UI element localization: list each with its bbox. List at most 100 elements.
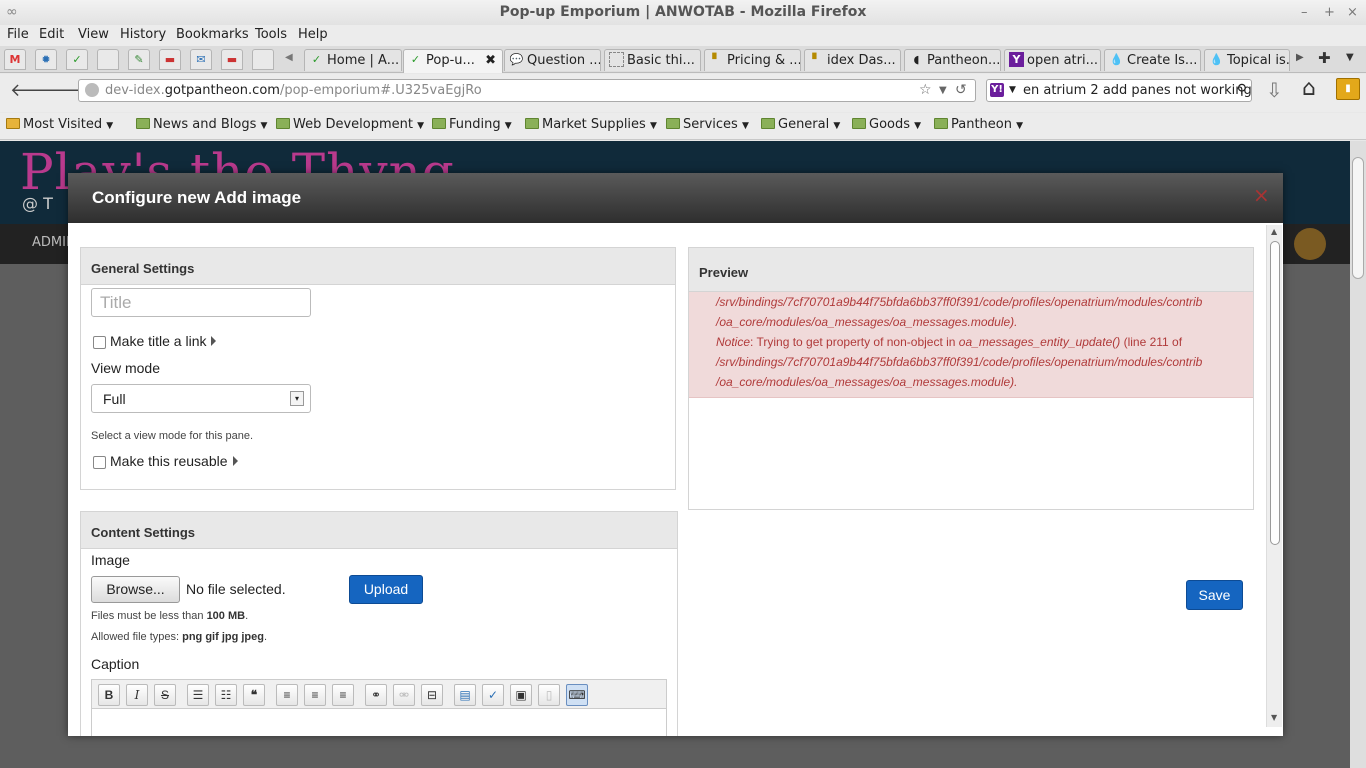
pinned-tab-calendar[interactable]: ▬: [159, 49, 181, 70]
tab-open-atrium[interactable]: Yopen atri...: [1004, 49, 1101, 71]
menu-tools[interactable]: Tools: [255, 27, 287, 42]
home-icon[interactable]: ⌂: [1302, 76, 1316, 101]
search-input[interactable]: en atrium 2 add panes not working: [1023, 83, 1251, 98]
bookmark-news-and-blogs[interactable]: News and Blogs ▼: [136, 117, 267, 132]
new-tab-icon[interactable]: ✚: [1318, 49, 1331, 67]
upload-button[interactable]: Upload: [349, 575, 423, 604]
page-scrollbar[interactable]: [1350, 141, 1366, 768]
file-size-help: Files must be less than 100 MB.: [91, 610, 249, 622]
make-reusable-checkbox[interactable]: [93, 456, 106, 469]
menu-history[interactable]: History: [120, 27, 166, 42]
blockquote-icon[interactable]: ❝: [243, 684, 265, 706]
minimize-icon[interactable]: –: [1301, 0, 1308, 25]
menu-bar: File Edit View History Bookmarks Tools H…: [0, 25, 1366, 46]
pinned-tab-chat[interactable]: ✉: [190, 49, 212, 70]
strikethrough-icon[interactable]: S: [154, 684, 176, 706]
italic-icon[interactable]: I: [126, 684, 148, 706]
tab-topical-issue[interactable]: 💧Topical is...: [1204, 49, 1290, 71]
select-arrow-icon[interactable]: ▾: [290, 391, 304, 406]
window-menu-icon[interactable]: ∞: [6, 0, 18, 25]
scroll-down-icon[interactable]: ▼: [1271, 713, 1277, 722]
pinned-tab-settings[interactable]: ✹: [35, 49, 57, 70]
image-icon[interactable]: ▣: [510, 684, 532, 706]
bookmark-market-supplies[interactable]: Market Supplies ▼: [525, 117, 657, 132]
search-icon[interactable]: ⚲: [1237, 80, 1247, 101]
url-dropdown-icon[interactable]: ▼: [939, 80, 947, 101]
expand-arrow-icon[interactable]: [232, 456, 238, 466]
menu-help[interactable]: Help: [298, 27, 328, 42]
list-all-tabs-icon[interactable]: ▼: [1346, 52, 1354, 63]
maximize-icon[interactable]: +: [1324, 0, 1335, 25]
tab-scroll-right-icon[interactable]: ▶: [1296, 52, 1304, 63]
tab-idex-dashboard[interactable]: ▘ idex Das...: [804, 49, 901, 71]
expand-arrow-icon[interactable]: [211, 336, 217, 346]
link-icon[interactable]: ⚭: [365, 684, 387, 706]
pinned-tab-blank-2[interactable]: [252, 49, 274, 70]
extension-icon[interactable]: ▮: [1336, 78, 1360, 100]
bookmark-goods[interactable]: Goods ▼: [852, 117, 921, 132]
menu-edit[interactable]: Edit: [39, 27, 64, 42]
url-bar[interactable]: dev-idex.gotpantheon.com/pop-emporium#.U…: [78, 79, 976, 102]
page-break-icon[interactable]: ⊟: [421, 684, 443, 706]
make-reusable-label[interactable]: Make this reusable: [110, 453, 238, 469]
pinned-tab-evernote[interactable]: ✎: [128, 49, 150, 70]
avatar[interactable]: [1294, 228, 1326, 260]
title-input[interactable]: Title: [91, 288, 311, 317]
tab-question[interactable]: 💬 Question ...: [504, 49, 601, 71]
template-icon[interactable]: ▤: [454, 684, 476, 706]
tab-pricing[interactable]: ▘ Pricing & ...: [704, 49, 801, 71]
keyboard-icon[interactable]: ⌨: [566, 684, 588, 706]
preview-panel: Preview /srv/bindings/7cf70701a9b44f75bf…: [688, 247, 1254, 510]
unlink-icon[interactable]: ⚮: [393, 684, 415, 706]
pantheon-icon: ◖: [913, 53, 920, 66]
view-mode-select[interactable]: Full ▾: [91, 384, 311, 413]
bookmark-web-development[interactable]: Web Development ▼: [276, 117, 424, 132]
numbered-list-icon[interactable]: ☷: [215, 684, 237, 706]
bookmark-star-icon[interactable]: ☆: [919, 80, 932, 101]
bookmark-funding[interactable]: Funding ▼: [432, 117, 512, 132]
browse-button[interactable]: Browse...: [91, 576, 180, 603]
bold-icon[interactable]: B: [98, 684, 120, 706]
tab-home[interactable]: ✓ Home | A...: [304, 49, 402, 71]
pinned-tab-calendar-2[interactable]: ▬: [221, 49, 243, 70]
chat-icon: 💬: [509, 53, 524, 66]
tab-pop-up-emporium[interactable]: ✓ Pop-u... ✖: [403, 49, 503, 73]
tab-close-icon[interactable]: ✖: [485, 50, 496, 71]
align-center-icon[interactable]: ≡: [304, 684, 326, 706]
align-left-icon[interactable]: ≡: [276, 684, 298, 706]
bookmark-services[interactable]: Services ▼: [666, 117, 749, 132]
menu-view[interactable]: View: [78, 27, 109, 42]
bullet-list-icon[interactable]: ☰: [187, 684, 209, 706]
spellcheck-icon[interactable]: ✓: [482, 684, 504, 706]
make-title-link-label[interactable]: Make title a link: [110, 333, 217, 349]
close-window-icon[interactable]: ×: [1347, 0, 1358, 25]
modal-scrollbar-thumb[interactable]: [1270, 241, 1280, 545]
yahoo-icon: Y: [1009, 52, 1024, 67]
source-icon[interactable]: ▯: [538, 684, 560, 706]
modal-close-icon[interactable]: ×: [1253, 183, 1270, 207]
search-bar[interactable]: Y! ▼ en atrium 2 add panes not working ⚲: [986, 79, 1252, 102]
pinned-tab-pantheon[interactable]: ✓: [66, 49, 88, 70]
save-button[interactable]: Save: [1186, 580, 1243, 610]
pinned-tab-gmail[interactable]: M: [4, 49, 26, 70]
tab-create-issue[interactable]: 💧 Create Is...: [1104, 49, 1201, 71]
bookmark-general[interactable]: General ▼: [761, 117, 840, 132]
tab-pantheon[interactable]: ◖ Pantheon...: [904, 49, 1001, 71]
modal-scrollbar[interactable]: ▲ ▼: [1266, 225, 1282, 727]
download-icon[interactable]: ⇩: [1266, 78, 1283, 102]
menu-file[interactable]: File: [7, 27, 29, 42]
caption-editor[interactable]: [91, 709, 667, 736]
tab-basic-things[interactable]: Basic thi...: [604, 49, 701, 71]
align-right-icon[interactable]: ≡: [332, 684, 354, 706]
yahoo-search-engine-icon[interactable]: Y!: [990, 83, 1004, 97]
bookmark-most-visited[interactable]: Most Visited ▼: [6, 117, 113, 132]
make-title-link-checkbox[interactable]: [93, 336, 106, 349]
menu-bookmarks[interactable]: Bookmarks: [176, 27, 249, 42]
page-scrollbar-thumb[interactable]: [1352, 157, 1364, 279]
search-engine-dropdown-icon[interactable]: ▼: [1009, 80, 1016, 101]
bookmark-pantheon[interactable]: Pantheon ▼: [934, 117, 1023, 132]
scroll-up-icon[interactable]: ▲: [1271, 227, 1277, 236]
pinned-tab-blank[interactable]: [97, 49, 119, 70]
tab-scroll-left-icon[interactable]: ◀: [285, 52, 293, 63]
reload-icon[interactable]: ↺: [955, 80, 967, 101]
